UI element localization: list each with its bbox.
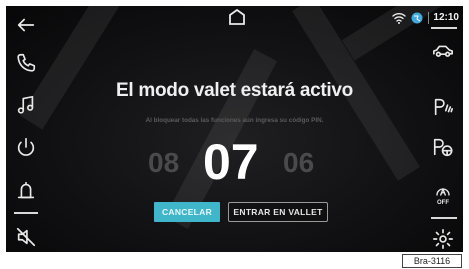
pin-digit-picker[interactable]: 08 07 06 [136,133,336,191]
mute-button[interactable] [6,218,46,252]
settings-button[interactable] [423,220,463,252]
cancel-button[interactable]: CANCELAR [154,202,220,222]
picker-prev-value[interactable]: 08 [148,147,179,179]
figure-reference: Bra-3116 [402,254,462,268]
gear-icon [433,229,453,249]
volume-mute-icon [16,227,36,247]
page-subtitle: Al bloquear todas las funciones aún ingr… [145,117,324,124]
home-icon [229,8,245,25]
auto-off-label: OFF [437,199,449,206]
power-icon [17,137,35,156]
sidebar-divider [14,212,38,214]
sidebar-divider [431,217,457,219]
park-steering-button[interactable] [423,128,463,166]
power-button[interactable] [6,128,46,166]
picker-next-value[interactable]: 06 [283,147,314,179]
right-sidebar: OFF [423,6,463,252]
phone-icon [17,53,36,72]
back-button[interactable] [6,6,46,44]
music-note-icon [17,95,34,114]
park-assist-button[interactable] [423,88,463,126]
park-assist-icon [434,98,453,116]
figure-frame: 12:10 OFF El modo valet estará activo Al… [0,0,469,269]
enter-valet-button[interactable]: ENTRAR EN VALLET [228,202,328,222]
media-button[interactable] [6,86,46,124]
back-arrow-icon [17,18,35,32]
park-steering-icon [433,138,453,157]
home-button[interactable] [228,8,246,25]
picker-current-value[interactable]: 07 [203,133,259,191]
bell-icon [17,181,35,199]
wifi-icon [392,13,407,24]
vehicle-button[interactable] [423,32,463,70]
auto-start-stop-button[interactable]: OFF [423,174,463,214]
alert-button[interactable] [6,172,46,210]
auto-start-stop-icon [436,187,450,196]
sidebar-divider [431,27,457,29]
phone-button[interactable] [6,44,46,82]
page-title: El modo valet estará activo [116,80,353,101]
left-sidebar [6,6,46,252]
infotainment-screen: 12:10 OFF El modo valet estará activo Al… [6,6,463,252]
car-icon [433,45,453,57]
